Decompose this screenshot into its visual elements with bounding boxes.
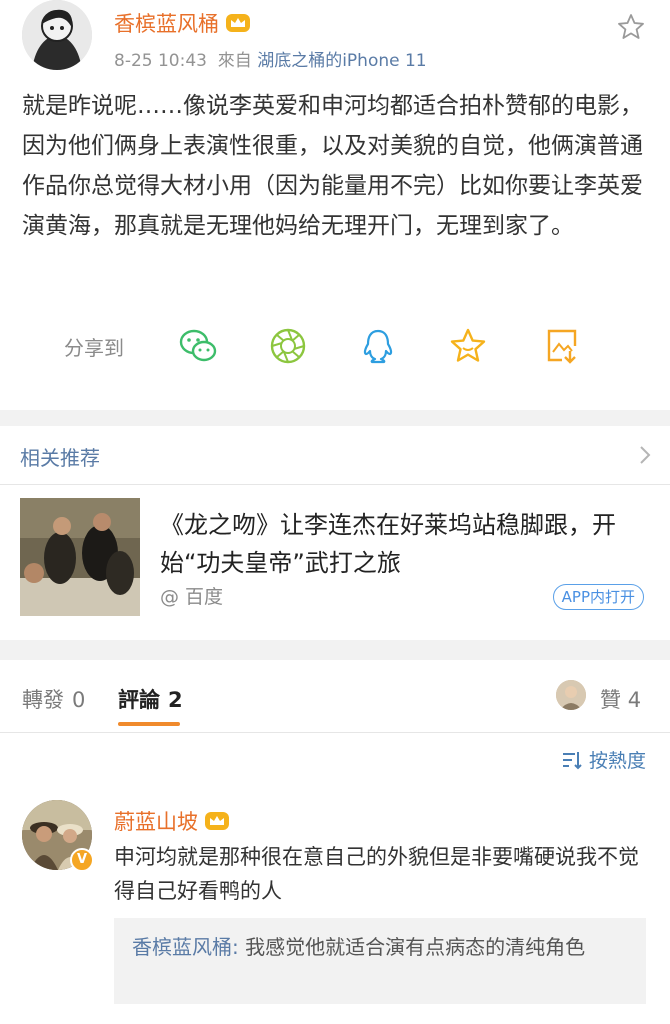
sort-label: 按熱度 <box>588 750 646 772</box>
crown-icon <box>225 12 251 34</box>
comment-text: 申河均就是那种很在意自己的外貌但是非要嘴硬说我不觉得自己好看鸭的人 <box>114 845 639 903</box>
divider <box>0 732 670 733</box>
share-label: 分享到 <box>64 336 124 360</box>
post-meta: 8-25 10:43 來自 湖底之桶的iPhone 11 <box>114 46 427 71</box>
tab-comments-count: 2 <box>168 688 183 712</box>
tab-reposts[interactable]: 轉發 0 <box>22 684 85 714</box>
wechat-icon[interactable] <box>178 326 218 366</box>
author-name-row[interactable]: 香槟蓝风桶 <box>114 8 251 38</box>
likes-label: 贊 <box>600 688 621 712</box>
reply-text: 我感觉他就适合演有点病态的清纯角色 <box>238 935 586 959</box>
save-image-icon[interactable] <box>542 326 582 366</box>
reply-content: 香槟蓝风桶: 我感觉他就适合演有点病态的清纯角色 <box>132 930 632 964</box>
moments-icon[interactable] <box>268 326 308 366</box>
related-thumbnail[interactable] <box>20 498 140 616</box>
related-title[interactable]: 《龙之吻》让李连杰在好莱坞站稳脚跟，开始“功夫皇帝”武打之旅 <box>160 506 630 582</box>
post-card: 香槟蓝风桶 8-25 10:43 來自 湖底之桶的iPhone 11 就是昨说呢… <box>0 0 670 410</box>
liker-avatar[interactable] <box>556 680 586 710</box>
sort-icon <box>561 750 583 770</box>
sort-button[interactable]: 按熱度 <box>561 746 646 773</box>
commenter-name-row[interactable]: 蔚蓝山坡 <box>114 806 230 836</box>
author-name[interactable]: 香槟蓝风桶 <box>114 8 219 38</box>
comments-section: 轉發 0 評論 2 贊 4 按熱度 V 蔚蓝山坡 申河均就是那种很在意自己的外貌… <box>0 660 670 1024</box>
related-section: 相关推荐 《龙之吻》让李连杰在好莱坞站稳脚跟，开始“功夫皇帝”武打之旅 @ 百度… <box>0 426 670 640</box>
commenter-name[interactable]: 蔚蓝山坡 <box>114 806 198 836</box>
chevron-right-icon[interactable] <box>638 444 652 466</box>
star-outline-icon[interactable] <box>616 12 646 42</box>
related-source: @ 百度 <box>160 586 224 608</box>
qq-icon[interactable] <box>358 326 398 366</box>
reply-author[interactable]: 香槟蓝风桶: <box>132 935 239 959</box>
star-icon[interactable] <box>448 326 488 366</box>
tab-comments[interactable]: 評論 2 <box>118 684 183 714</box>
author-avatar[interactable] <box>22 0 92 70</box>
source-prefix: 來自 <box>217 51 252 71</box>
post-time: 8-25 10:43 <box>114 51 207 71</box>
active-tab-indicator <box>118 722 180 726</box>
share-bar: 分享到 <box>0 322 670 372</box>
related-heading[interactable]: 相关推荐 <box>20 442 100 471</box>
tab-comments-label: 評論 <box>118 688 160 712</box>
post-body: 就是昨说呢……像说李英爱和申河均都适合拍朴赞郁的电影，因为他们俩身上表演性很重，… <box>22 93 643 239</box>
post-source[interactable]: 湖底之桶的iPhone 11 <box>257 51 426 71</box>
tab-reposts-label: 轉發 <box>22 688 64 712</box>
tab-likes[interactable]: 贊 4 <box>600 684 641 714</box>
verified-badge-icon: V <box>70 848 94 872</box>
open-in-app-button[interactable]: APP内打开 <box>552 584 644 610</box>
divider <box>0 484 670 485</box>
crown-icon <box>204 810 230 832</box>
likes-count: 4 <box>627 688 642 712</box>
comment-reply[interactable]: 香槟蓝风桶: 我感觉他就适合演有点病态的清纯角色 <box>114 918 646 1004</box>
tab-reposts-count: 0 <box>72 688 86 712</box>
